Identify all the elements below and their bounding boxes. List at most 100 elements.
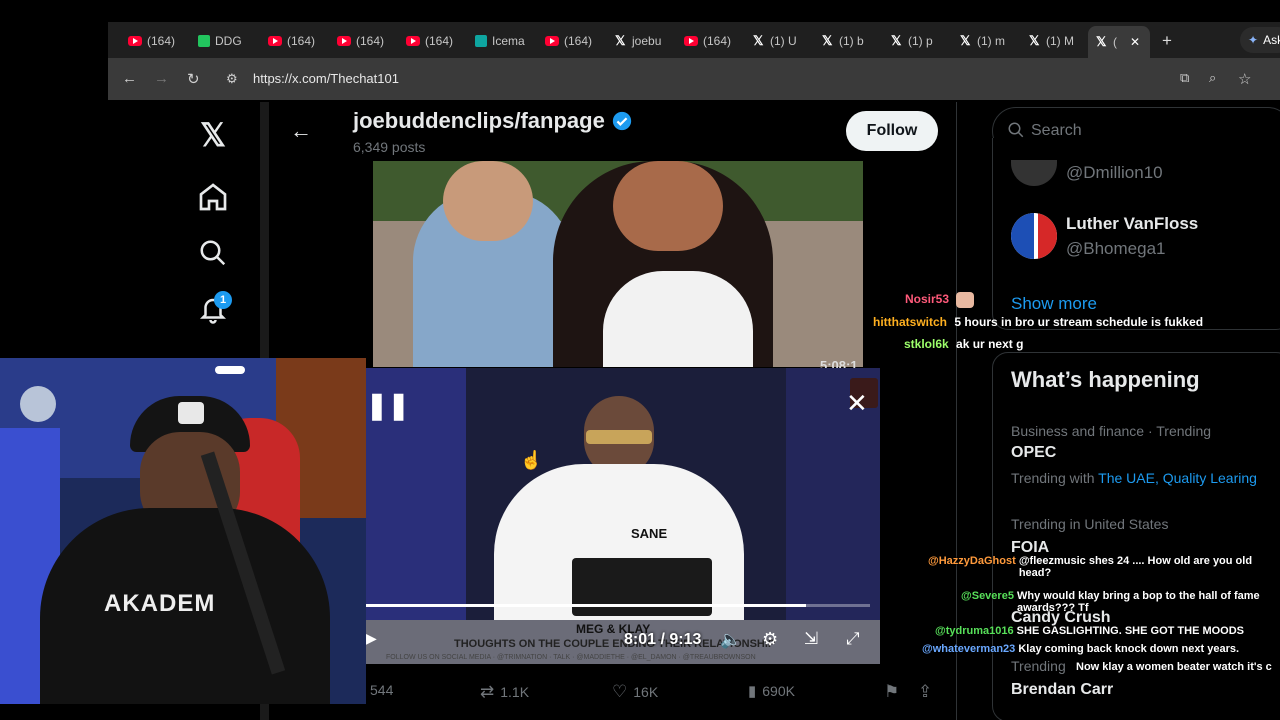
trend-related-links[interactable]: The UAE, Quality Learing (1098, 470, 1257, 486)
image-face-right (613, 161, 723, 251)
play-icon[interactable]: ▶ (366, 630, 377, 647)
forward-icon[interactable]: → (154, 70, 169, 87)
browser-tab[interactable]: Icema (475, 31, 527, 51)
youtube-icon (406, 36, 420, 46)
browser-tab-active[interactable]: 𝕏(✕ (1088, 26, 1150, 58)
new-tab-button[interactable]: + (1162, 31, 1172, 51)
overlay-chat-message: @HazzyDaGhost @fleezmusic shes 24 .... H… (928, 555, 1269, 579)
overlay-chat-message: Now klay a women beater watch it's c (1076, 661, 1272, 673)
chat-message: Nosir53 (905, 292, 975, 308)
browser-tab[interactable]: 𝕏joebu (615, 31, 663, 51)
repost-icon: ⇄ (480, 682, 495, 701)
url-field[interactable]: https://x.com/Thechat101 (253, 71, 399, 86)
browser-tab[interactable]: 𝕏 (1) m (960, 31, 1006, 51)
reload-icon[interactable]: ↻ (187, 70, 200, 88)
verified-badge-icon (611, 110, 633, 132)
x-icon: 𝕏 (822, 33, 833, 48)
video-player[interactable]: SANE MEG & KLAY THOUGHTS ON THE COUPLE E… (366, 368, 880, 664)
trend-related: Trending with The UAE, Quality Learing (1011, 470, 1257, 486)
chat-username: Nosir53 (905, 292, 950, 307)
back-arrow-icon[interactable]: ← (290, 118, 312, 144)
trend-name[interactable]: OPEC (1011, 444, 1056, 462)
x-icon: 𝕏 (960, 33, 971, 48)
chat-text: Why would klay bring a bop to the hall o… (1017, 590, 1260, 614)
site-info-icon[interactable]: ⚙ (226, 71, 238, 87)
avatar[interactable] (1011, 213, 1057, 259)
heart-icon: ♡ (612, 682, 628, 701)
disco-ball-icon (20, 386, 56, 422)
video-progress-fill (366, 604, 806, 607)
views-action[interactable]: ▮ 690K (748, 682, 795, 700)
overlay-chat-message: @Severe5 Why would klay bring a bop to t… (961, 590, 1267, 614)
jersey-text: AKADEM (104, 590, 216, 617)
x-icon: 𝕏 (753, 33, 764, 48)
repost-action[interactable]: ⇄ 1.1K (480, 682, 529, 702)
browser-tab-strip: (164) DDG (164) (164) (164) Icema (164) … (108, 22, 1280, 58)
chat-text: @fleezmusic shes 24 .... How old are you… (1018, 555, 1253, 579)
post-count: 6,349 posts (353, 139, 426, 155)
close-video-icon[interactable]: ✕ (846, 388, 868, 419)
whats-happening-title: What’s happening (1011, 367, 1200, 392)
post-image[interactable] (373, 161, 863, 367)
fullscreen-icon[interactable]: ⤢ (846, 629, 860, 649)
user-handle[interactable]: @Dmillion10 (1066, 163, 1163, 183)
trend-context: Trending (1011, 658, 1066, 674)
image-face-left (443, 161, 533, 241)
pause-icon[interactable]: ❚❚ (366, 390, 410, 421)
video-time: 8:01 / 9:13 (624, 631, 702, 648)
video-banner-footer: FOLLOW US ON SOCIAL MEDIA · @TRIMNATION … (386, 654, 756, 661)
overlay-chat-message: @whateverman23 Klay coming back knock do… (922, 643, 1239, 655)
trend-context: Business and finance · Trending (1011, 423, 1212, 439)
profile-title: joebuddenclips/fanpage (353, 108, 633, 134)
user-handle[interactable]: @Bhomega1 (1066, 239, 1166, 259)
x-logo-icon[interactable]: 𝕏 (196, 116, 230, 154)
search-icon[interactable] (196, 238, 230, 268)
chat-text: SHE GASLIGHTING. SHE GOT THE MOODS (1016, 625, 1245, 637)
x-icon: 𝕏 (1029, 33, 1040, 48)
bookmark-star-icon[interactable]: ☆ (1238, 70, 1251, 88)
reply-count[interactable]: 544 (370, 682, 393, 698)
browser-tab[interactable]: (164) (684, 31, 731, 51)
back-icon[interactable]: ← (122, 70, 137, 87)
chat-text: Klay coming back knock down next years. (1018, 643, 1240, 655)
install-app-icon[interactable]: ⧉ (1180, 70, 1189, 86)
ask-button[interactable]: ✦Ask (1240, 27, 1280, 53)
youtube-icon (268, 36, 282, 46)
browser-tab[interactable]: (164) (545, 31, 592, 51)
like-action[interactable]: ♡ 16K (612, 682, 658, 702)
settings-gear-icon[interactable]: ⚙ (762, 629, 778, 650)
browser-tab[interactable]: 𝕏 (1) U (753, 31, 799, 51)
youtube-icon (684, 36, 698, 46)
search-magnifier-icon (1007, 121, 1025, 139)
volume-icon[interactable]: 🔈 (720, 630, 741, 650)
show-more-link[interactable]: Show more (1011, 294, 1097, 314)
browser-tab[interactable]: DDG (198, 31, 242, 51)
browser-tab[interactable]: (164) (337, 31, 384, 51)
browser-tab[interactable]: (164) (406, 31, 453, 51)
zoom-icon[interactable]: ⌕ (1209, 70, 1216, 86)
image-shirt-right (603, 271, 753, 367)
x-icon: 𝕏 (615, 33, 626, 48)
browser-tab[interactable]: 𝕏 (1) p (891, 31, 937, 51)
user-name[interactable]: Luther VanFloss (1066, 214, 1198, 234)
bookmark-icon[interactable]: ⚑ (884, 682, 899, 702)
trend-context: Trending in United States (1011, 516, 1169, 532)
follow-button[interactable]: Follow (846, 111, 938, 151)
app-icon (475, 35, 487, 47)
chat-text: 5 hours in bro ur stream schedule is fuk… (954, 315, 1204, 329)
browser-tab[interactable]: 𝕏 (1) b (822, 31, 868, 51)
close-tab-icon[interactable]: ✕ (1130, 35, 1140, 49)
browser-tab[interactable]: (164) (268, 31, 315, 51)
chat-username: @whateverman23 (922, 643, 1016, 655)
picture-in-picture-icon[interactable]: ⇲ (804, 629, 818, 649)
video-progress-track[interactable] (366, 604, 870, 607)
browser-tab[interactable]: 𝕏 (1) M (1029, 31, 1075, 51)
browser-tab[interactable]: (164) (128, 31, 175, 51)
youtube-icon (545, 36, 559, 46)
chat-username: @Severe5 (961, 590, 1014, 602)
chat-username: stklol6k (904, 337, 949, 351)
views-chart-icon: ▮ (748, 683, 757, 700)
trend-name[interactable]: Brendan Carr (1011, 681, 1113, 699)
share-icon[interactable]: ⇪ (918, 682, 932, 702)
home-icon[interactable] (196, 181, 230, 213)
